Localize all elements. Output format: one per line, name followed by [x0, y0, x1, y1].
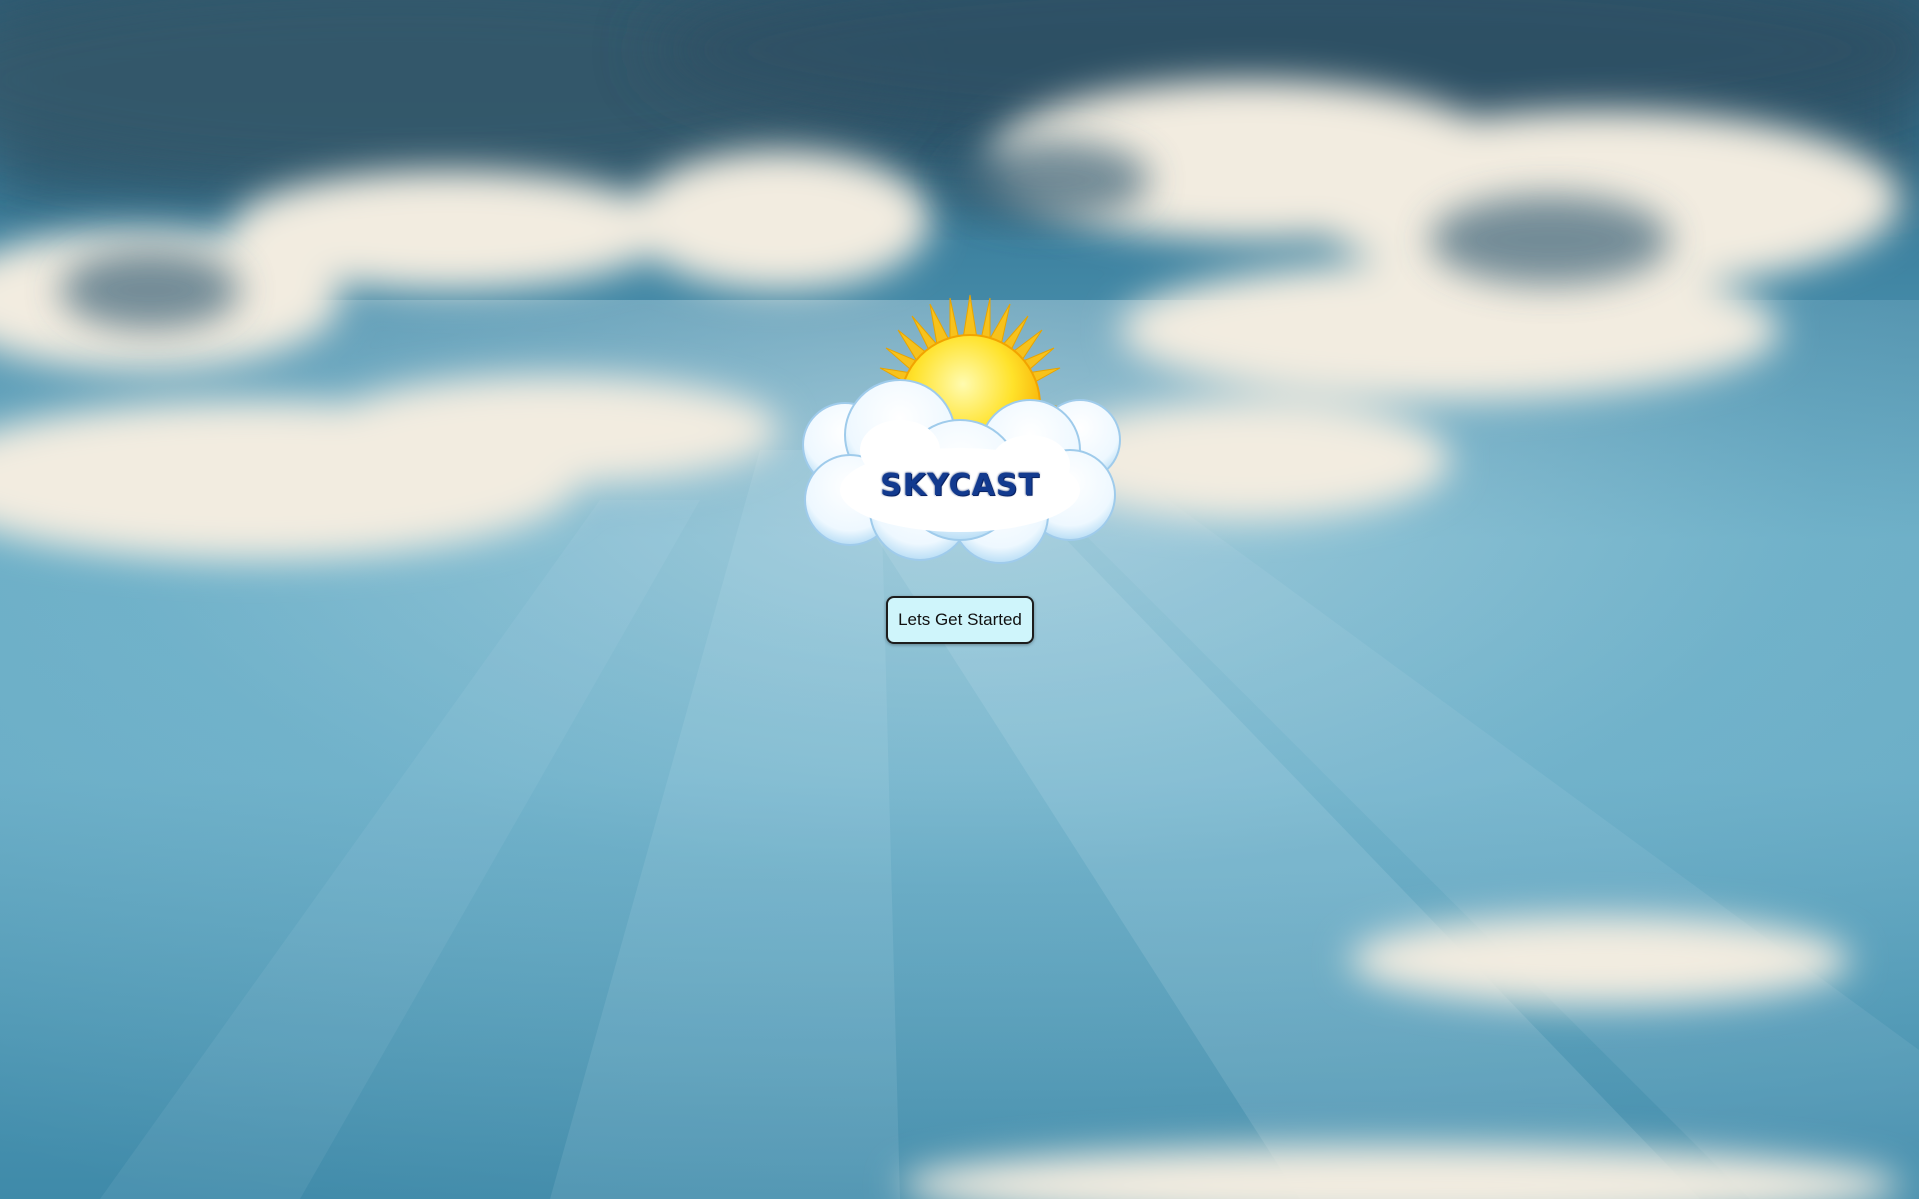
landing-page: SKYCAST Lets Get Started	[0, 0, 1919, 1199]
skycast-logo: SKYCAST	[790, 290, 1130, 565]
sun-cloud-logo-icon	[802, 294, 1121, 564]
logo-text: SKYCAST	[880, 468, 1040, 503]
lets-get-started-button[interactable]: Lets Get Started	[886, 596, 1034, 644]
